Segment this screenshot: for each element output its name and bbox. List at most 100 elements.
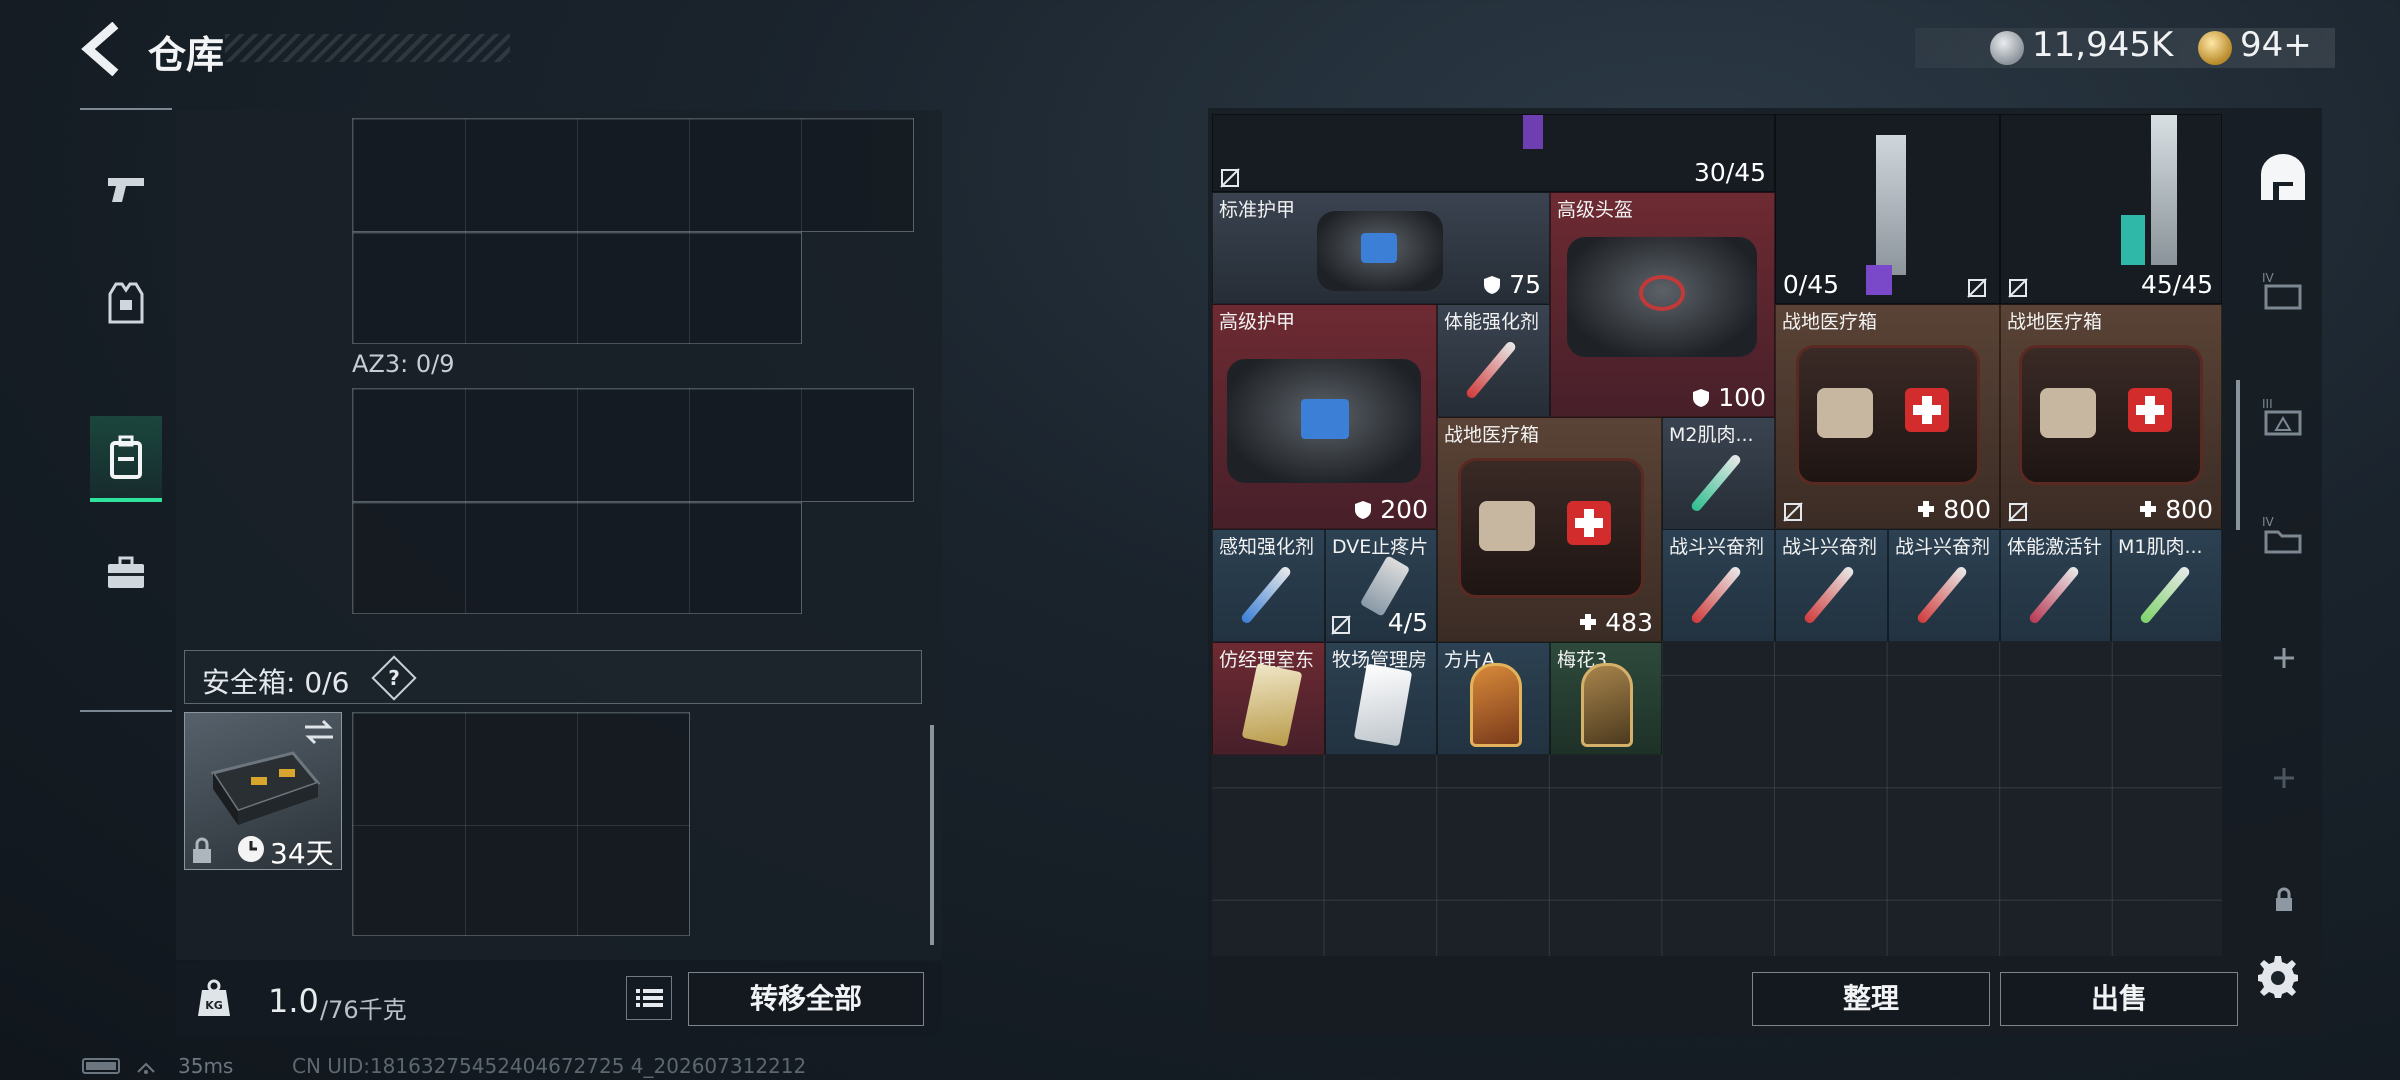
plus-icon [2274,648,2294,668]
add-storage-button-disabled[interactable] [2262,756,2306,800]
az3-grid-row-1[interactable] [352,388,914,502]
battery-wifi-status [82,1054,164,1080]
clock-icon [238,836,264,862]
container-grid-top-row-2[interactable] [352,232,802,344]
transfer-all-button[interactable]: 转移全部 [688,972,924,1026]
storage-item-standard-armor[interactable]: 标准护甲 75 [1212,192,1550,304]
lock-icon [193,837,211,863]
item-name: 战地医疗箱 [1444,424,1540,446]
ping-readout: 35ms [178,1054,234,1078]
weapon-part-image [1523,115,1543,149]
storage-item-combat-stim-3[interactable]: 战斗兴奋剂 [1888,529,2000,642]
container-grid-top-row[interactable] [352,118,914,232]
no-magazine-icon [2008,278,2028,298]
item-value-text: 483 [1605,608,1653,637]
tab-backpack[interactable] [90,416,162,502]
az3-capacity-label: AZ3: 0/9 [352,350,455,378]
storage-item-advanced-helmet[interactable]: 高级头盔 100 [1550,192,1775,417]
storage-item-key-card-2[interactable]: 牧场管理房 [1325,642,1437,755]
storage-item-card-diamond-a[interactable]: 方片A [1437,642,1550,755]
storage-item-stamina-booster[interactable]: 体能强化剂 [1437,304,1550,417]
shield-icon [1693,389,1710,407]
ammo-count: 30/45 [1693,158,1766,187]
storage-item-field-medkit-3[interactable]: 战地医疗箱 483 [1437,417,1662,642]
tab-storage-4b[interactable]: IV [2262,514,2306,558]
armor-vest-icon [108,282,144,324]
item-value-text: 100 [1718,383,1766,412]
item-value: 45/45 [2140,270,2213,299]
rifle-image [2151,115,2177,265]
storage-item-combat-stim-2[interactable]: 战斗兴奋剂 [1775,529,1888,642]
tab-storage-4[interactable]: IV [2262,270,2306,314]
left-scrollbar[interactable] [930,725,934,945]
no-magazine-icon [1967,278,1987,298]
svg-text:III: III [2262,397,2273,411]
storage-grid[interactable]: 30/45 0/45 45/45 标准护甲 75 高级头盔 100 高级护甲 2… [1212,114,2222,956]
az3-grid-row-2[interactable] [352,502,802,614]
item-name: M1肌肉... [2118,536,2203,558]
storage-scrollbar[interactable] [2236,380,2240,530]
sell-button[interactable]: 出售 [2000,972,2238,1026]
medkit-image [1796,345,1980,485]
storage-item-card-club-3[interactable]: 梅花3 [1550,642,1662,755]
item-name: 标准护甲 [1219,199,1296,221]
rifle-image [1876,135,1906,275]
page-title: 仓库 [148,33,225,77]
storage-item-m2-muscle[interactable]: M2肌肉... [1662,417,1775,530]
gold-coin-icon [2198,31,2232,65]
add-storage-button[interactable] [2262,636,2306,680]
safe-box-label: 安全箱: 0/6 [202,666,350,699]
storage-item-rifle-2[interactable]: 45/45 [2000,114,2222,304]
item-value-text: 75 [1509,270,1541,299]
item-name: 战斗兴奋剂 [1669,536,1765,558]
no-magazine-icon [1220,168,1240,188]
battery-icon [82,1058,155,1074]
storage-item-advanced-armor[interactable]: 高级护甲 200 [1212,304,1437,529]
storage-item-rifle-1[interactable]: 0/45 [1775,114,2000,304]
item-value-text: 800 [2165,495,2213,524]
tab-storage-main[interactable] [2257,152,2309,204]
list-view-button[interactable] [626,976,672,1020]
no-magazine-icon [1783,502,1803,522]
tab-containers[interactable] [90,530,162,616]
settings-gear-icon[interactable] [2256,954,2300,998]
shield-icon [1484,276,1501,294]
rifle-part-image [2121,215,2145,265]
lock-icon [2276,887,2292,911]
storage-item-field-medkit-2[interactable]: 战地医疗箱 800 [2000,304,2222,529]
storage-item-perception-booster[interactable]: 感知强化剂 [1212,529,1325,642]
category-rail [80,108,172,712]
back-button[interactable] [78,21,122,77]
storage-item-dve-painkiller[interactable]: DVE止疼片 4/5 [1325,529,1437,642]
item-value: 200 [1354,495,1428,524]
tab-storage-3[interactable]: III [2262,396,2306,440]
pistol-icon [108,178,144,202]
storage-item-field-medkit-1[interactable]: 战地医疗箱 800 [1775,304,2000,529]
storage-item-key-card-1[interactable]: 仿经理室东 [1212,642,1325,755]
storage-tab-folder-icon: IV [2262,515,2302,554]
storage-item-weapon-top[interactable]: 30/45 [1212,114,1775,192]
syringe-image [2138,564,2192,626]
sort-button[interactable]: 整理 [1752,972,1990,1026]
item-value: 4/5 [1387,608,1428,637]
syringe-image [1239,564,1293,626]
syringe-image [1689,564,1743,626]
backpack-icon [110,435,142,479]
weight-kg-icon: KG [196,978,232,1018]
tab-armor[interactable] [90,260,162,346]
safe-box-days-left: 34天 [270,837,334,870]
storage-tab-iii-icon: III [2262,397,2302,436]
storage-item-combat-stim-1[interactable]: 战斗兴奋剂 [1662,529,1775,642]
safe-box-grid[interactable] [352,712,690,936]
keycard-image [1353,663,1413,747]
help-glyph: ? [388,666,400,690]
tab-weapons[interactable] [90,146,162,232]
item-name: 体能激活针 [2007,536,2103,558]
armor-bag-image [1317,211,1443,291]
helmet-bag-image [1567,237,1757,357]
title-decoration [225,34,510,62]
locked-storage-slot[interactable] [2262,878,2306,922]
storage-item-stamina-injector[interactable]: 体能激活针 [2000,529,2111,642]
storage-item-m1-muscle[interactable]: M1肌肉... [2111,529,2222,642]
gold-balance[interactable]: 94+ [2240,25,2312,65]
